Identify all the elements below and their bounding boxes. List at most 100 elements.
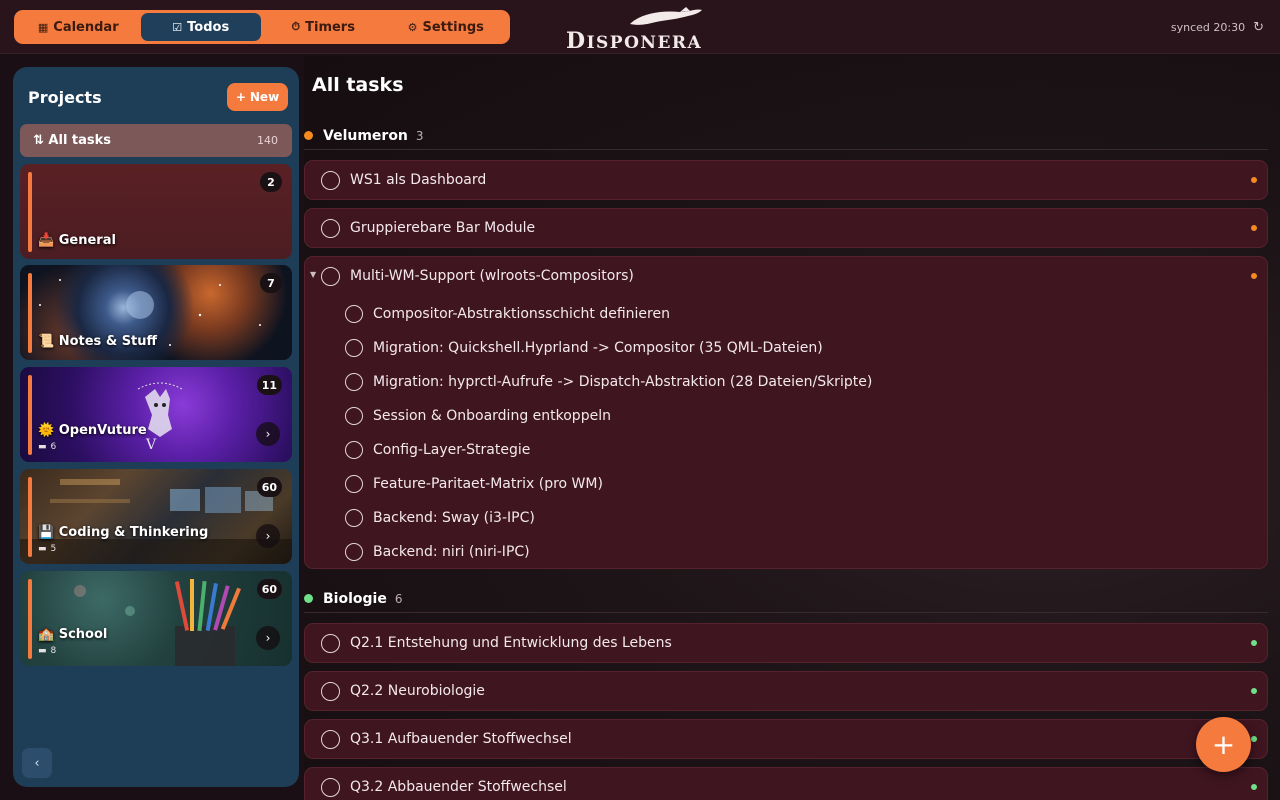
priority-dot [1251, 640, 1257, 646]
subtask-item[interactable]: Feature-Paritaet-Matrix (pro WM) [345, 471, 603, 497]
collapse-sidebar-button[interactable]: ‹ [22, 748, 52, 778]
subtask-title: Config-Layer-Strategie [373, 442, 531, 458]
top-bar: ▦ Calendar ☑ Todos ⏱ Timers ⚙ Settings D… [0, 0, 1280, 54]
folder-icon: ▬ [38, 646, 47, 656]
tab-todos-label: Todos [187, 19, 230, 35]
subproject-count: ▬ 6 [38, 442, 56, 452]
subtask-checkbox[interactable] [345, 475, 363, 493]
tab-calendar-label: Calendar [53, 19, 119, 35]
task-header: Multi-WM-Support (wlroots-Compositors) [305, 257, 1267, 295]
folder-icon: ▬ [38, 544, 47, 554]
task-title: Q2.1 Entstehung und Entwicklung des Lebe… [350, 635, 672, 651]
tab-todos[interactable]: ☑ Todos [140, 13, 261, 41]
logo-letters-rest: ISPONERA [586, 33, 703, 53]
sun-icon: 🌞 [38, 423, 55, 438]
sync-status: synced 20:30 ↻ [1171, 20, 1264, 35]
project-card-school[interactable]: 60 🏫 School ▬ 8 › [20, 571, 292, 666]
subproject-count-value: 8 [50, 646, 57, 656]
task-row-expanded[interactable]: ▼ Multi-WM-Support (wlroots-Compositors)… [304, 256, 1268, 569]
subtask-item[interactable]: Compositor-Abstraktionsschicht definiere… [345, 301, 670, 327]
task-row[interactable]: WS1 als Dashboard [304, 160, 1268, 200]
subproject-count-value: 6 [50, 442, 57, 452]
group-count: 6 [394, 591, 403, 606]
project-name-label: OpenVuture [58, 423, 147, 438]
subtask-title: Session & Onboarding entkoppeln [373, 408, 611, 424]
subtask-item[interactable]: Migration: Quickshell.Hyprland -> Compos… [345, 335, 823, 361]
group-count: 3 [415, 128, 424, 143]
project-count-badge: 7 [260, 273, 282, 293]
project-name-label: School [58, 627, 108, 642]
subtask-item[interactable]: Session & Onboarding entkoppeln [345, 403, 611, 429]
subtask-title: Compositor-Abstraktionsschicht definiere… [373, 306, 670, 322]
task-checkbox[interactable] [321, 170, 340, 190]
task-checkbox[interactable] [321, 681, 340, 701]
tab-timers[interactable]: ⏱ Timers [263, 13, 384, 41]
task-checkbox[interactable] [321, 218, 340, 238]
group-header-biologie[interactable]: Biologie 6 [304, 585, 1268, 613]
subtask-title: Migration: hyprctl-Aufrufe -> Dispatch-A… [373, 374, 873, 390]
project-card-coding-thinkering[interactable]: 60 💾 Coding & Thinkering ▬ 5 › [20, 469, 292, 564]
projects-sidebar: Projects + New ⇅ All tasks 140 2 📥 Gener… [13, 67, 299, 787]
subtask-checkbox[interactable] [345, 373, 363, 391]
project-name-label: Coding & Thinkering [58, 525, 209, 540]
priority-dot [1251, 177, 1257, 183]
tab-timers-label: Timers [305, 19, 355, 35]
all-tasks-count: 140 [257, 134, 278, 147]
subtask-item[interactable]: Backend: Sway (i3-IPC) [345, 505, 535, 531]
plus-icon: + [235, 90, 246, 104]
plus-icon: + [1211, 728, 1236, 761]
group-header-velumeron[interactable]: Velumeron 3 [304, 122, 1268, 150]
subtask-item[interactable]: Backend: niri (niri-IPC) [345, 539, 530, 565]
group-color-dot [304, 594, 313, 603]
subtask-checkbox[interactable] [345, 543, 363, 561]
workshop-background-image [20, 479, 292, 564]
new-project-button[interactable]: + New [227, 83, 288, 111]
task-checkbox[interactable] [321, 633, 340, 653]
project-count-badge: 2 [260, 172, 282, 192]
expand-chevron-icon[interactable]: › [256, 422, 280, 446]
pencils-background-image [74, 579, 241, 666]
task-row[interactable]: Q2.2 Neurobiologie [304, 671, 1268, 711]
subtask-checkbox[interactable] [345, 305, 363, 323]
subproject-count-value: 5 [50, 544, 57, 554]
subtask-item[interactable]: Migration: hyprctl-Aufrufe -> Dispatch-A… [345, 369, 872, 395]
project-card-openvuture[interactable]: V 11 🌞 OpenVuture ▬ 6 › [20, 367, 292, 462]
task-row[interactable]: Q3.1 Aufbauender Stoffwechsel [304, 719, 1268, 759]
main-content: All tasks Velumeron 3 WS1 als Dashboard … [304, 56, 1280, 800]
add-task-button[interactable]: + [1196, 717, 1251, 772]
project-color-bar [28, 375, 32, 455]
expand-chevron-icon[interactable]: › [256, 626, 280, 650]
task-checkbox[interactable] [321, 777, 340, 797]
logo-letter-d: D [566, 28, 587, 54]
project-card-general[interactable]: 2 📥 General [20, 164, 292, 259]
task-title: Q3.1 Aufbauender Stoffwechsel [350, 731, 572, 747]
project-color-bar [28, 477, 32, 557]
task-row[interactable]: Q2.1 Entstehung und Entwicklung des Lebe… [304, 623, 1268, 663]
project-card-notes-stuff[interactable]: 7 📜 Notes & Stuff [20, 265, 292, 360]
tab-calendar[interactable]: ▦ Calendar [18, 13, 139, 41]
refresh-icon[interactable]: ↻ [1253, 20, 1264, 35]
project-color-bar [28, 172, 32, 252]
subproject-count: ▬ 5 [38, 544, 56, 554]
scroll-icon: 📜 [38, 334, 55, 349]
task-checkbox[interactable] [321, 266, 340, 286]
project-name-label: Notes & Stuff [58, 334, 158, 349]
task-checkbox[interactable] [321, 729, 340, 749]
task-row[interactable]: Q3.2 Abbauender Stoffwechsel [304, 767, 1268, 800]
sidebar-item-all-tasks[interactable]: ⇅ All tasks 140 [20, 124, 292, 157]
subtask-item[interactable]: Config-Layer-Strategie [345, 437, 530, 463]
tab-settings[interactable]: ⚙ Settings [386, 13, 507, 41]
priority-dot [1251, 688, 1257, 694]
sort-icon: ⇅ [33, 133, 49, 148]
subtask-checkbox[interactable] [345, 407, 363, 425]
expand-chevron-icon[interactable]: › [256, 524, 280, 548]
subtask-checkbox[interactable] [345, 509, 363, 527]
checkbox-icon: ☑ [172, 20, 183, 34]
project-name: 📥 General [38, 233, 116, 248]
subtask-checkbox[interactable] [345, 339, 363, 357]
chevron-left-icon: ‹ [34, 755, 40, 771]
task-row[interactable]: Gruppierebare Bar Module [304, 208, 1268, 248]
subtask-checkbox[interactable] [345, 441, 363, 459]
sync-status-text: synced 20:30 [1170, 21, 1246, 34]
task-title: Q3.2 Abbauender Stoffwechsel [350, 779, 567, 795]
